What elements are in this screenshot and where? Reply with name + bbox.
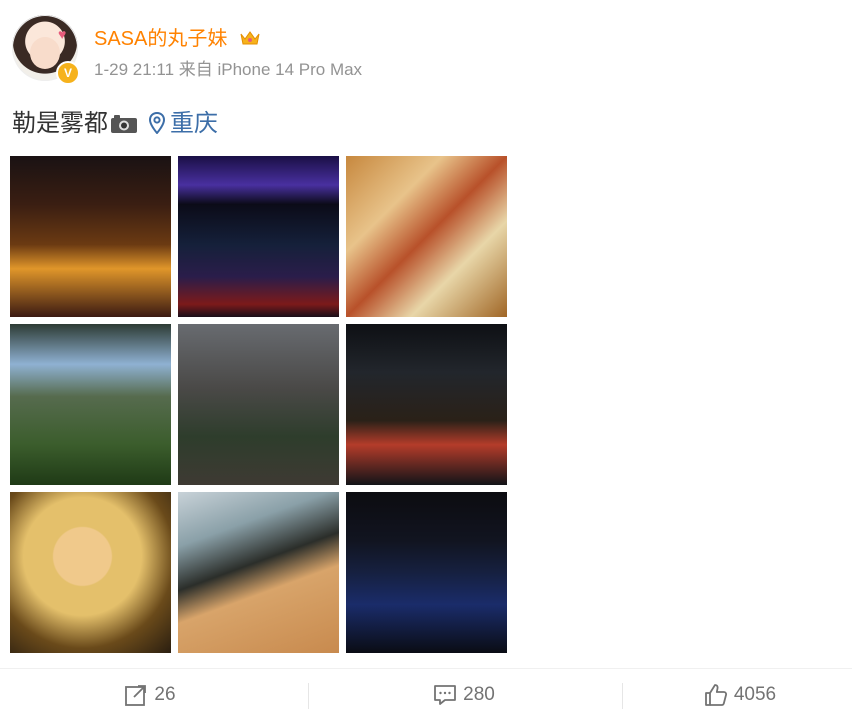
repost-icon <box>125 685 147 706</box>
photo-2[interactable] <box>178 156 339 317</box>
action-bar: 26 280 4056 <box>0 668 852 721</box>
comment-count: 280 <box>463 684 495 705</box>
post-text: 勒是雾都 <box>12 110 108 137</box>
divider <box>622 683 623 709</box>
post-header: ♥ V SASA的丸子妹 1-29 21:11 来自 iPhone 14 Pro… <box>12 15 842 85</box>
like-button[interactable]: 4056 <box>628 669 852 721</box>
comment-icon <box>434 685 457 705</box>
avatar-face <box>30 37 60 69</box>
location-pin-icon <box>148 112 166 134</box>
photo-7[interactable] <box>10 492 171 653</box>
like-count: 4056 <box>733 684 777 705</box>
vip-crown-icon <box>240 31 260 45</box>
avatar[interactable]: ♥ V <box>12 15 80 85</box>
username-row[interactable]: SASA的丸子妹 <box>94 22 261 51</box>
repost-button[interactable]: 26 <box>0 669 300 721</box>
location-label[interactable]: 重庆 <box>170 110 218 137</box>
photo-grid <box>10 156 507 653</box>
photo-1[interactable] <box>10 156 171 317</box>
comment-button[interactable]: 280 <box>308 669 620 721</box>
repost-count: 26 <box>154 684 176 705</box>
photo-6[interactable] <box>346 324 507 485</box>
verified-badge-icon: V <box>56 61 80 85</box>
username[interactable]: SASA的丸子妹 <box>94 28 227 50</box>
camera-icon <box>111 115 137 133</box>
photo-8[interactable] <box>178 492 339 653</box>
heart-icon: ♥ <box>58 26 67 42</box>
post-content: 勒是雾都 重庆 <box>12 103 218 138</box>
photo-3[interactable] <box>346 156 507 317</box>
post-meta: 1-29 21:11 来自 iPhone 14 Pro Max <box>94 60 363 79</box>
photo-9[interactable] <box>346 492 507 653</box>
location-link[interactable]: 重庆 <box>148 110 218 137</box>
photo-5[interactable] <box>178 324 339 485</box>
photo-4[interactable] <box>10 324 171 485</box>
like-icon <box>704 684 727 706</box>
